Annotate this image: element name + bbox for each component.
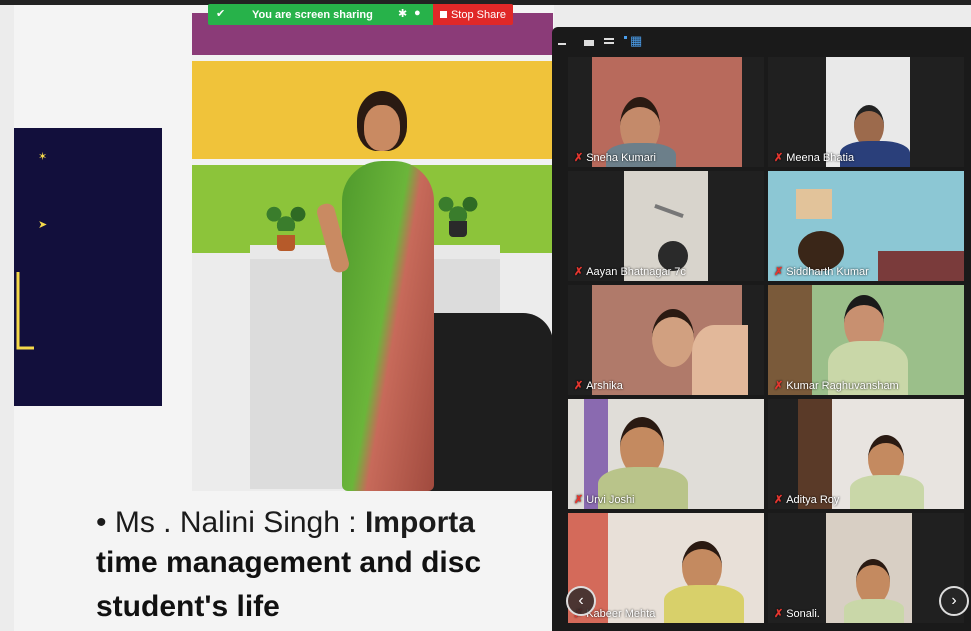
participant-name: Arshika <box>586 379 623 392</box>
mic-muted-icon: ✗ <box>774 608 784 620</box>
next-page-button[interactable]: › <box>939 586 969 616</box>
participant-tile[interactable]: ✗ Meena Bhatia <box>768 57 964 167</box>
participant-name: Aditya Roy <box>786 493 840 506</box>
participant-tile[interactable]: ✗ Sonali. <box>768 513 964 623</box>
participant-name: Kabeer Mehta <box>586 607 656 620</box>
mic-muted-icon: ✗ <box>774 152 784 164</box>
participant-name: Kumar Raghuvansham <box>786 379 899 392</box>
mic-muted-icon: ✗ <box>774 380 784 392</box>
slide-line-2: time management and disc <box>96 546 482 579</box>
mic-muted-icon: ✗ <box>774 266 784 278</box>
chevron-left-icon: ‹ <box>578 592 584 609</box>
participant-tile[interactable]: ✗ Kumar Raghuvansham <box>768 285 964 395</box>
slide-line-3: student's life <box>96 590 280 623</box>
gallery-toolbar: ▦ <box>552 27 971 53</box>
participant-name: Urvi Joshi <box>586 493 635 506</box>
gallery-view-icon <box>624 36 627 39</box>
bullet-bold: Importa <box>364 506 475 539</box>
participant-name: Sneha Kumari <box>586 151 656 164</box>
participant-tile[interactable]: ✗ Sneha Kumari <box>568 57 764 167</box>
fit-icon <box>584 40 594 46</box>
participant-tile[interactable]: ✗ Siddharth Kumar <box>768 171 964 281</box>
participant-tile[interactable]: ✗ Aayan Bhatnagar 7c <box>568 171 764 281</box>
mic-muted-icon: ✗ <box>574 152 584 164</box>
mic-muted-icon: ✗ <box>574 494 584 506</box>
bullet-text: • Ms . Nalini Singh : <box>96 506 365 539</box>
participant-tile[interactable]: ✗Kabeer Mehta <box>568 513 764 623</box>
participant-tile[interactable]: ✗ Urvi Joshi <box>568 399 764 509</box>
toolbar-icons <box>558 36 627 46</box>
minimize-icon <box>558 43 566 45</box>
participant-name: Siddharth Kumar <box>786 265 869 278</box>
participant-name: Meena Bhatia <box>786 151 855 164</box>
previous-page-button[interactable]: ‹ <box>566 586 596 616</box>
gallery-view-icon[interactable]: ▦ <box>630 33 642 49</box>
participant-tile[interactable]: ✗ Aditya Roy <box>768 399 964 509</box>
mic-muted-icon: ✗ <box>574 266 584 278</box>
speaker-view-icon <box>604 38 614 40</box>
mic-muted-icon: ✗ <box>774 494 784 506</box>
slide-text-area: • Ms . Nalini Singh : Importa time manag… <box>0 0 552 631</box>
mic-muted-icon: ✗ <box>574 380 584 392</box>
participant-name: Aayan Bhatnagar 7c <box>586 265 686 278</box>
slide-bullet: • Ms . Nalini Singh : Importa <box>96 506 475 540</box>
participant-name: Sonali. <box>786 607 820 620</box>
chevron-right-icon: › <box>951 592 957 609</box>
participant-tile[interactable]: ✗ Arshika <box>568 285 764 395</box>
